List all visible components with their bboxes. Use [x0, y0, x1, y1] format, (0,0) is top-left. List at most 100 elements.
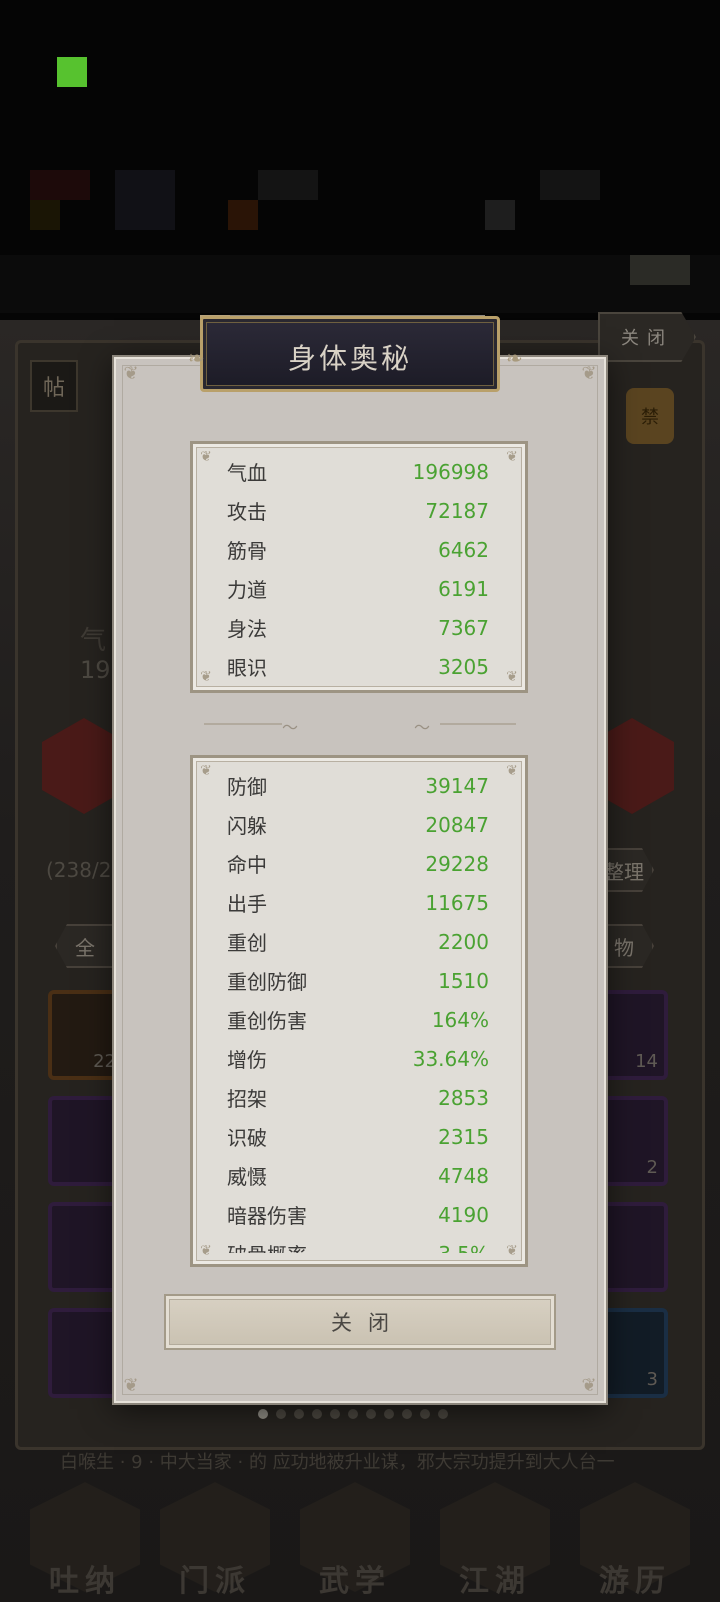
corner-ornament-icon: ❦ [506, 763, 518, 779]
partial-stat-label: 气 [80, 626, 107, 656]
page-dot [312, 1409, 322, 1419]
title-ornament-right-icon: ❧ [506, 346, 523, 370]
stat-row: 威慑 4748 [227, 1156, 489, 1195]
nav-label[interactable]: 游历 [580, 1556, 690, 1600]
corner-ornament-icon: ❦ [200, 763, 212, 779]
corner-ornament-icon: ❦ [506, 669, 518, 685]
secondary-stats-panel[interactable]: ❦ ❦ ❦ ❦ 防御 39147 闪躲 20847 命中 29228 出手 11675 … [190, 755, 528, 1267]
stat-name: 增伤 [227, 1048, 267, 1072]
stat-row: 气血 196998 [227, 452, 489, 491]
stat-value: 6462 [438, 537, 489, 562]
dialog-title: 身体奥秘 [287, 342, 412, 375]
stat-row: 力道 6191 [227, 569, 489, 608]
slot-count: 2 [646, 1157, 658, 1178]
top-status-area [0, 0, 720, 345]
page-dot [258, 1409, 268, 1419]
stat-value: 20847 [425, 812, 489, 837]
stat-row: 命中 29228 [227, 844, 489, 883]
corner-ornament-icon: ❦ [200, 669, 212, 685]
corner-ornament-icon: ❦ [581, 1375, 597, 1396]
corner-ornament-icon: ❦ [581, 363, 597, 384]
stat-value: 39147 [425, 773, 489, 798]
stat-value: 164% [431, 1007, 489, 1032]
title-ornament-left-icon: ❧ [188, 346, 205, 370]
stat-value: 4190 [438, 1202, 489, 1227]
stat-name: 威慑 [227, 1165, 267, 1189]
divider-line [440, 723, 516, 725]
stat-name: 力道 [227, 578, 267, 602]
filter-all-tab[interactable]: 全 [55, 924, 115, 968]
stat-name: 气血 [227, 461, 267, 485]
stat-name: 筋骨 [227, 539, 267, 563]
primary-stats-panel: ❦ ❦ ❦ ❦ 气血 196998 攻击 72187 筋骨 6462 力道 6191 身… [190, 441, 528, 693]
mosaic-cell [30, 200, 60, 230]
stat-row: 重创 2200 [227, 922, 489, 961]
mosaic-cell [30, 170, 90, 200]
close-button[interactable]: 关闭 [164, 1294, 556, 1350]
page-dot [402, 1409, 412, 1419]
page-dot [276, 1409, 286, 1419]
page-indicator [258, 1409, 448, 1419]
stat-row: 身法 7367 [227, 608, 489, 647]
corner-ornament-icon: ❦ [506, 449, 518, 465]
stat-value: 72187 [425, 498, 489, 523]
inventory-capacity: (238/2 [46, 858, 112, 882]
corner-ornament-icon: ❦ [506, 1243, 518, 1259]
nav-label[interactable]: 江湖 [440, 1556, 550, 1600]
stat-row: 眼识 3205 [227, 647, 489, 686]
page-dot [438, 1409, 448, 1419]
page-dot [420, 1409, 430, 1419]
invitation-icon[interactable]: 帖 [30, 360, 78, 412]
stat-value: 3.5% [438, 1242, 489, 1254]
stat-name: 重创 [227, 931, 267, 955]
stat-row: 重创防御 1510 [227, 961, 489, 1000]
status-indicator [57, 57, 87, 87]
stat-row: 识破 2315 [227, 1117, 489, 1156]
stat-value: 196998 [412, 459, 489, 484]
corner-ornament-icon: ❦ [200, 1243, 212, 1259]
corner-ornament-icon: ❦ [200, 449, 212, 465]
stat-value: 2315 [438, 1124, 489, 1149]
corner-ornament-icon: ❦ [123, 1375, 139, 1396]
stat-row: 闪躲 20847 [227, 805, 489, 844]
lock-badge-icon[interactable]: 禁 [626, 388, 674, 444]
stat-row: 暗器伤害 4190 [227, 1195, 489, 1234]
nav-label[interactable]: 武学 [300, 1556, 410, 1600]
partial-stat-value: 19 [80, 656, 111, 684]
stat-value: 6191 [438, 576, 489, 601]
stat-row: 攻击 72187 [227, 491, 489, 530]
stats-scroll-area[interactable]: 防御 39147 闪躲 20847 命中 29228 出手 11675 重创 2200 重… [193, 758, 525, 1254]
mosaic-cell [115, 170, 175, 230]
nav-label[interactable]: 吐纳 [30, 1556, 140, 1600]
page-dot [294, 1409, 304, 1419]
stat-name: 破骨概率 [227, 1239, 307, 1253]
mosaic-cell [630, 255, 690, 285]
slot-count: 3 [646, 1369, 658, 1390]
page-dot [366, 1409, 376, 1419]
stat-name: 暗器伤害 [227, 1204, 307, 1228]
stat-value: 33.64% [412, 1046, 489, 1071]
page-dot [348, 1409, 358, 1419]
stat-value: 2200 [438, 929, 489, 954]
stat-name: 眼识 [227, 656, 267, 680]
stat-row: 防御 39147 [227, 766, 489, 805]
stat-row: 破骨概率 3.5% [227, 1234, 489, 1254]
divider-line [204, 723, 282, 725]
stat-name: 闪躲 [227, 814, 267, 838]
stat-value: 29228 [425, 851, 489, 876]
stat-value: 4748 [438, 1163, 489, 1188]
stat-name: 攻击 [227, 500, 267, 524]
news-ticker: 白喉生 · 9 · 中大当家 · 的 应功地被升业谋，邪大宗功提升到大人台一 [60, 1452, 615, 1473]
background-close-button[interactable]: 关闭 [598, 312, 696, 362]
mosaic-cell [485, 200, 515, 230]
mosaic-band [0, 255, 720, 313]
stat-row: 增伤 33.64% [227, 1039, 489, 1078]
divider-ornament-icon: 〜 [414, 718, 431, 737]
nav-label[interactable]: 门派 [160, 1556, 270, 1600]
corner-ornament-icon: ❦ [123, 363, 139, 384]
dialog-title-plate: 身体奥秘 [200, 316, 500, 392]
divider-ornament-icon: 〜 [282, 718, 299, 737]
stat-value: 7367 [438, 615, 489, 640]
stat-row: 筋骨 6462 [227, 530, 489, 569]
stat-value: 1510 [438, 968, 489, 993]
